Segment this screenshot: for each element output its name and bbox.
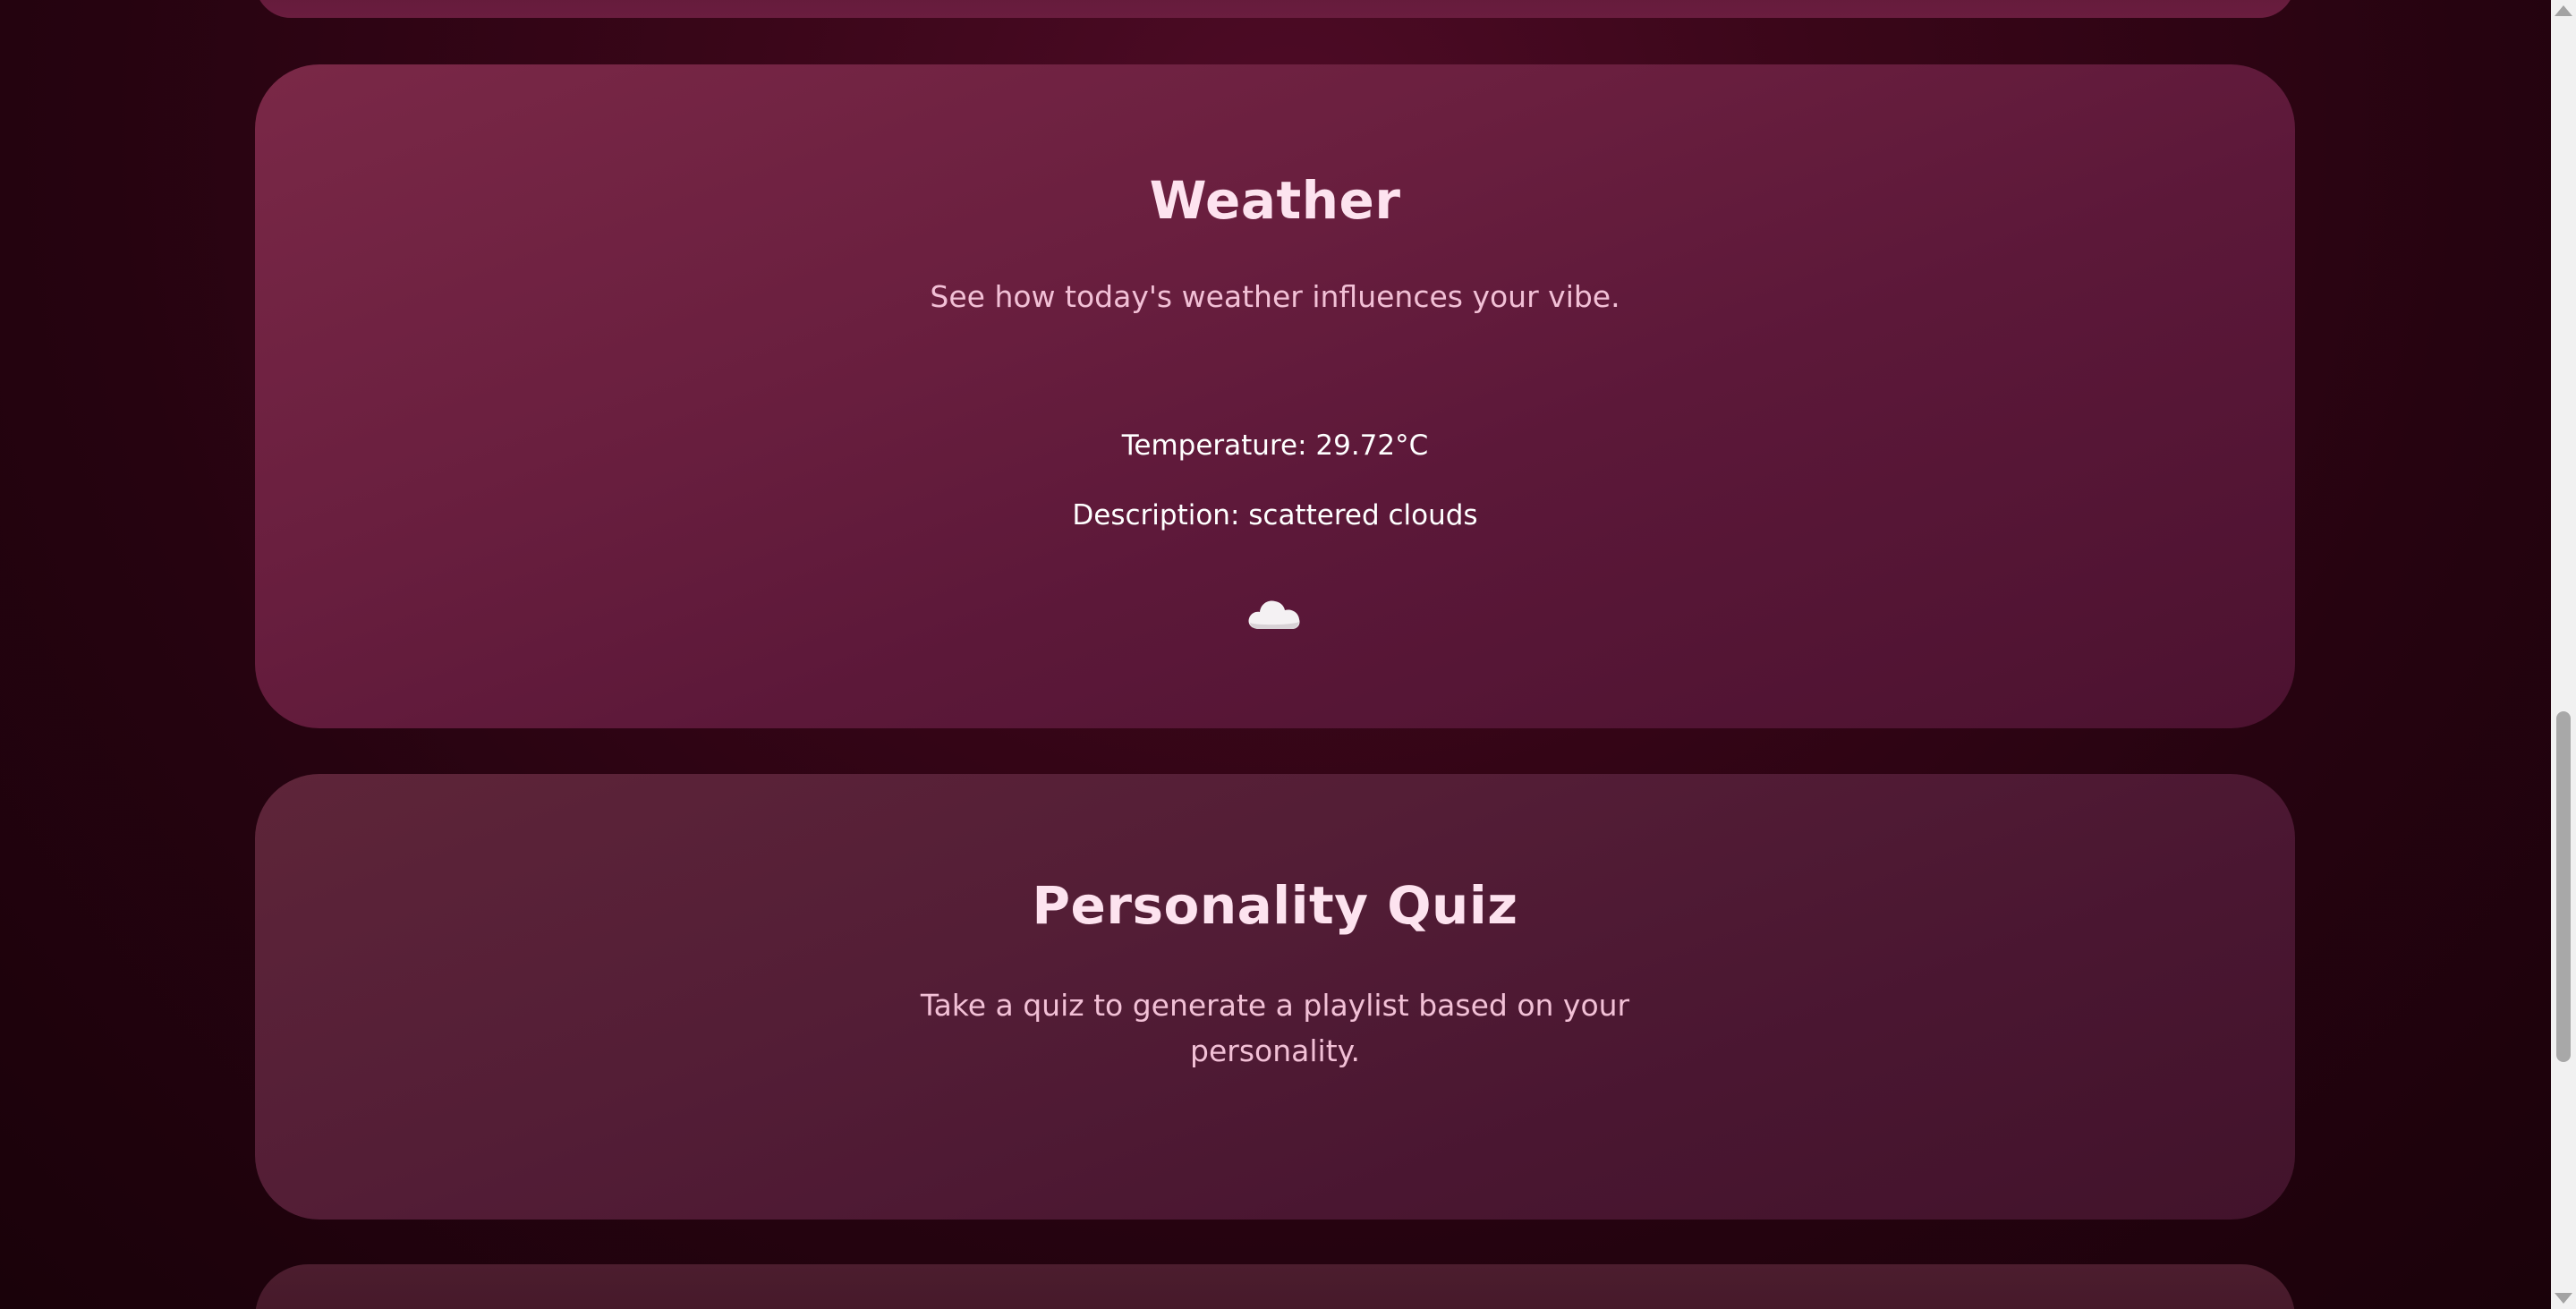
quiz-subtitle-line-2: personality. [1190, 1033, 1360, 1068]
scroll-up-arrow-icon[interactable] [2555, 5, 2572, 16]
vertical-scrollbar[interactable] [2551, 0, 2576, 1309]
quiz-subtitle-line-1: Take a quiz to generate a playlist based… [920, 988, 1630, 1023]
personality-quiz-card[interactable]: Personality Quiz Take a quiz to generate… [255, 774, 2295, 1220]
quiz-title: Personality Quiz [1032, 875, 1518, 936]
scrollbar-thumb[interactable] [2556, 711, 2571, 1062]
cloud-icon [1248, 600, 1300, 629]
weather-card: Weather See how today's weather influenc… [255, 64, 2295, 728]
scroll-down-arrow-icon[interactable] [2555, 1293, 2572, 1304]
quiz-subtitle: Take a quiz to generate a playlist based… [872, 982, 1678, 1074]
page-viewport: Weather See how today's weather influenc… [0, 0, 2551, 1309]
next-section-card [255, 1264, 2295, 1309]
weather-subtitle: See how today's weather influences your … [930, 279, 1620, 314]
weather-temperature: Temperature: 29.72°C [1121, 429, 1429, 462]
weather-title: Weather [1149, 170, 1401, 231]
previous-section-card [255, 0, 2295, 18]
weather-description: Description: scattered clouds [1072, 499, 1478, 531]
